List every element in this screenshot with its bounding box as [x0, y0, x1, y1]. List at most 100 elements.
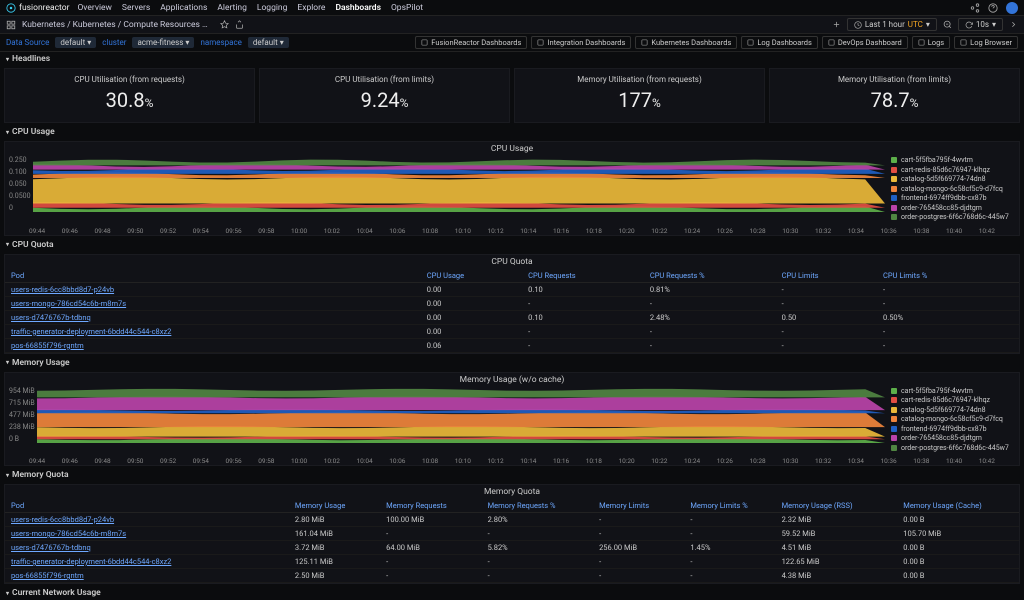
legend-swatch — [891, 176, 897, 182]
pod-link[interactable]: pos-66855f796-rgntm — [5, 569, 289, 583]
help-icon[interactable] — [988, 3, 998, 13]
nav-explore[interactable]: Explore — [297, 3, 325, 13]
legend-label: order-765458cc85-djdtgm — [901, 434, 982, 442]
zoom-out-icon[interactable] — [943, 20, 952, 29]
column-header[interactable]: Memory Usage — [289, 499, 380, 513]
section-memory-usage[interactable]: Memory Usage — [0, 356, 1024, 370]
star-icon[interactable] — [220, 20, 229, 29]
share-icon[interactable] — [970, 3, 980, 13]
pod-link[interactable]: traffic-generator-deployment-6bdd44c544-… — [5, 555, 289, 569]
legend-item[interactable]: cart-5f5fba795f-4wvtm — [891, 387, 1015, 395]
cpu-chart-area[interactable] — [33, 156, 885, 212]
time-tz: UTC — [908, 20, 923, 29]
column-header[interactable]: Memory Requests % — [482, 499, 594, 513]
column-header[interactable]: Memory Usage (RSS) — [776, 499, 898, 513]
link-integration-dashboards[interactable]: Integration Dashboards — [531, 36, 631, 49]
legend-item[interactable]: order-postgres-6f6c768d6c-445w7 — [891, 213, 1015, 221]
legend-swatch — [891, 157, 897, 163]
cell: - — [644, 296, 776, 310]
legend-item[interactable]: cart-redis-85d6c76947-klhqz — [891, 396, 1015, 404]
legend-item[interactable]: order-postgres-6f6c768d6c-445w7 — [891, 444, 1015, 452]
legend-label: cart-5f5fba795f-4wvtm — [901, 387, 973, 395]
nav-opspilot[interactable]: OpsPilot — [391, 3, 423, 13]
column-header[interactable]: Pod — [5, 499, 289, 513]
legend-swatch — [891, 435, 897, 441]
link-log-dashboards[interactable]: Log Dashboards — [741, 36, 818, 49]
section-memory-quota[interactable]: Memory Quota — [0, 468, 1024, 482]
legend-item[interactable]: cart-redis-85d6c76947-klhqz — [891, 166, 1015, 174]
legend-item[interactable]: catalog-5d5f669774-74dn8 — [891, 175, 1015, 183]
legend-item[interactable]: catalog-5d5f669774-74dn8 — [891, 406, 1015, 414]
column-header[interactable]: CPU Usage — [421, 269, 522, 283]
user-avatar[interactable] — [1006, 2, 1018, 14]
pod-link[interactable]: traffic-generator-deployment-6bdd44c544-… — [5, 324, 421, 338]
nav-alerting[interactable]: Alerting — [217, 3, 247, 13]
legend-swatch — [891, 186, 897, 192]
column-header[interactable]: CPU Limits — [776, 269, 877, 283]
brand-logo[interactable]: fusionreactor — [6, 3, 69, 13]
link-logs[interactable]: Logs — [912, 36, 950, 49]
table-row: traffic-generator-deployment-6bdd44c544-… — [5, 324, 1019, 338]
pod-link[interactable]: users-mongo-786cd54c6b-m8m7s — [5, 527, 289, 541]
pod-link[interactable]: users-mongo-786cd54c6b-m8m7s — [5, 296, 421, 310]
nav-servers[interactable]: Servers — [122, 3, 150, 13]
link-kubernetes-dashboards[interactable]: Kubernetes Dashboards — [635, 36, 737, 49]
var-namespace[interactable]: default ▾ — [248, 37, 289, 48]
link-fusionreactor-dashboards[interactable]: FusionReactor Dashboards — [415, 36, 527, 49]
column-header[interactable]: CPU Requests — [522, 269, 644, 283]
time-range-picker[interactable]: Last 1 hour UTC ▾ — [847, 18, 937, 31]
cell: - — [593, 569, 684, 583]
column-header[interactable]: CPU Limits % — [877, 269, 1019, 283]
section-cpu-usage[interactable]: CPU Usage — [0, 125, 1024, 139]
section-headlines[interactable]: Headlines — [0, 52, 1024, 66]
cell: - — [684, 569, 775, 583]
add-panel-icon[interactable] — [832, 20, 841, 29]
pod-link[interactable]: users-d7476767b-tdbnq — [5, 541, 289, 555]
section-network-usage[interactable]: Current Network Usage — [0, 586, 1024, 600]
link-log-browser[interactable]: Log Browser — [954, 36, 1018, 49]
legend-item[interactable]: catalog-mongo-6c58cf5c9-d7fcq — [891, 415, 1015, 423]
cell: 0.81% — [644, 282, 776, 296]
pod-link[interactable]: pos-66855f796-rgntm — [5, 338, 421, 352]
memory-chart-area[interactable] — [37, 387, 885, 443]
link-devops-dashboard[interactable]: DevOps Dashboard — [822, 36, 908, 49]
breadcrumb[interactable]: Kubernetes / Kubernetes / Compute Resour… — [22, 20, 208, 30]
cell: - — [522, 338, 644, 352]
column-header[interactable]: Memory Limits — [593, 499, 684, 513]
cell: 0.00 B — [897, 541, 1019, 555]
share-dashboard-icon[interactable] — [235, 20, 244, 29]
legend-item[interactable]: catalog-mongo-6c58cf5c9-d7fcq — [891, 185, 1015, 193]
refresh-picker[interactable]: 10s ▾ — [958, 18, 1003, 31]
column-header[interactable]: Memory Limits % — [684, 499, 775, 513]
panel-title: CPU Usage — [5, 142, 1019, 156]
cell: - — [644, 338, 776, 352]
template-variable-bar: Data Sourcedefault ▾clusteracme-fitness … — [0, 34, 1024, 52]
table-row: traffic-generator-deployment-6bdd44c544-… — [5, 555, 1019, 569]
legend-label: catalog-5d5f669774-74dn8 — [901, 406, 986, 414]
pod-link[interactable]: users-d7476767b-tdbnq — [5, 310, 421, 324]
nav-logging[interactable]: Logging — [257, 3, 288, 13]
column-header[interactable]: Pod — [5, 269, 421, 283]
var-data-source[interactable]: default ▾ — [55, 37, 96, 48]
pod-link[interactable]: users-redis-6cc8bbd8d7-p24vb — [5, 513, 289, 527]
legend-item[interactable]: order-765458cc85-djdtgm — [891, 204, 1015, 212]
cell: 0.00 — [421, 324, 522, 338]
pod-link[interactable]: users-redis-6cc8bbd8d7-p24vb — [5, 282, 421, 296]
var-label: namespace — [200, 38, 241, 47]
var-cluster[interactable]: acme-fitness ▾ — [132, 37, 194, 48]
column-header[interactable]: CPU Requests % — [644, 269, 776, 283]
legend-item[interactable]: frontend-6974ff9dbb-cx87b — [891, 425, 1015, 433]
nav-overview[interactable]: Overview — [77, 3, 111, 13]
cpu-quota-table: PodCPU UsageCPU RequestsCPU Requests %CP… — [5, 269, 1019, 353]
memory-quota-panel: Memory Quota PodMemory UsageMemory Reque… — [4, 484, 1020, 584]
column-header[interactable]: Memory Requests — [380, 499, 481, 513]
nav-dashboards[interactable]: Dashboards — [335, 3, 381, 13]
legend-swatch — [891, 167, 897, 173]
legend-item[interactable]: frontend-6974ff9dbb-cx87b — [891, 194, 1015, 202]
legend-item[interactable]: cart-5f5fba795f-4wvtm — [891, 156, 1015, 164]
legend-item[interactable]: order-765458cc85-djdtgm — [891, 434, 1015, 442]
nav-applications[interactable]: Applications — [160, 3, 207, 13]
column-header[interactable]: Memory Usage (Cache) — [897, 499, 1019, 513]
section-cpu-quota[interactable]: CPU Quota — [0, 238, 1024, 252]
expand-icon[interactable] — [1009, 20, 1018, 29]
